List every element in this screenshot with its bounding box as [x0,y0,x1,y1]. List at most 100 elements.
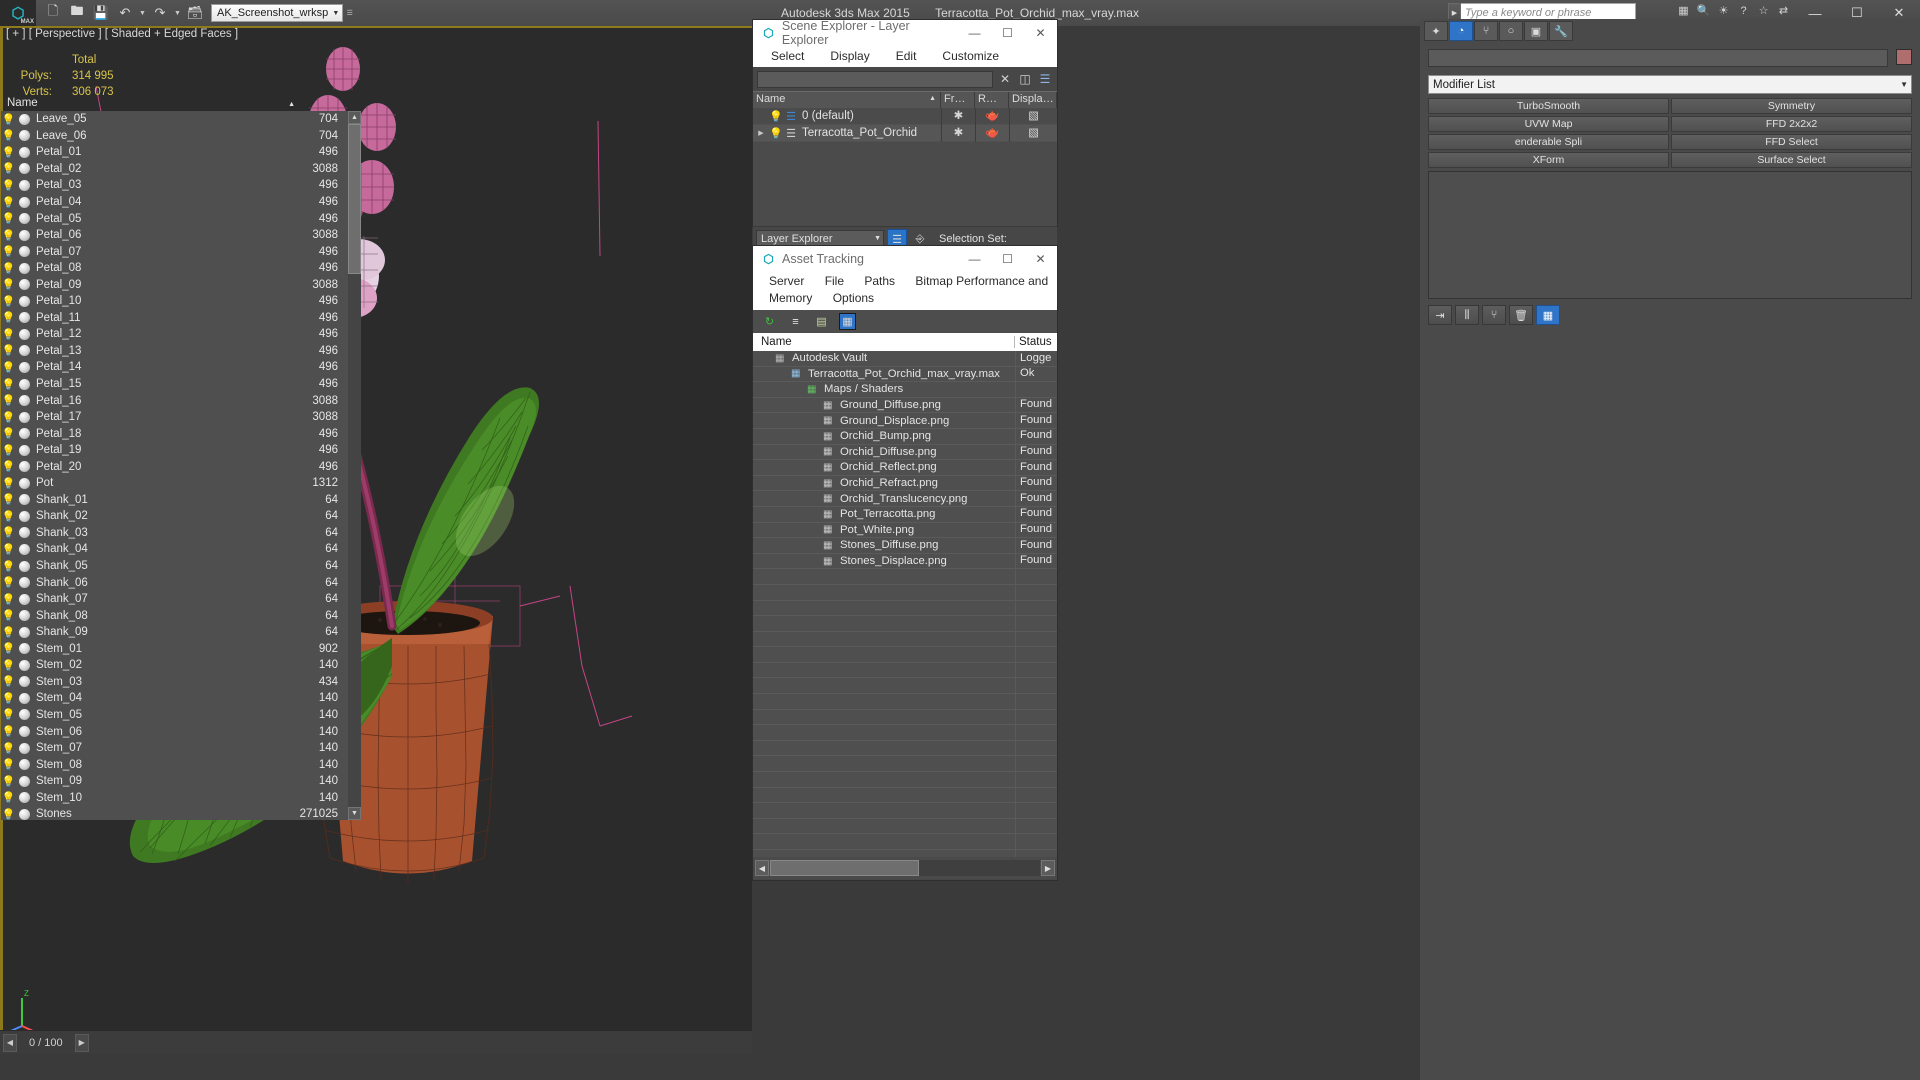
scene-object-row[interactable]: 💡Petal_12496 [1,326,348,343]
light-bulb-icon[interactable]: 💡 [1,361,16,374]
light-bulb-icon[interactable]: 💡 [1,179,16,192]
scene-object-row[interactable]: 💡Stem_08140 [1,756,348,773]
scene-object-row[interactable]: 💡Petal_13496 [1,343,348,360]
grid-icon[interactable]: ▦ [1675,2,1692,19]
scene-explorer-maximize-button[interactable]: ☐ [991,26,1024,40]
create-tab[interactable]: ✦ [1424,21,1448,41]
scene-object-row[interactable]: 💡Petal_163088 [1,392,348,409]
light-bulb-icon[interactable]: 💡 [1,229,16,242]
light-bulb-icon[interactable]: 💡 [1,344,16,357]
prev-frame-button[interactable]: ◀ [3,1034,17,1052]
show-end-result-icon[interactable]: ⫼ [1455,305,1479,325]
light-bulb-icon[interactable]: 💡 [1,609,16,622]
scene-object-row[interactable]: 💡Stones271025 [1,806,348,820]
modify-tab[interactable]: ◔ [1449,21,1473,41]
redo-icon[interactable]: ↷ [149,2,171,24]
scene-object-row[interactable]: 💡Shank_0464 [1,541,348,558]
light-bulb-icon[interactable]: 💡 [1,526,16,539]
asset-row-empty[interactable] [753,756,1057,772]
scene-object-row[interactable]: 💡Petal_04496 [1,194,348,211]
menu-bitmap-performance[interactable]: Bitmap Performance and Memory [769,274,1048,305]
asset-row[interactable]: ▦Autodesk VaultLogge [753,351,1057,367]
light-bulb-icon[interactable]: 💡 [1,394,16,407]
light-bulb-icon[interactable]: 💡 [769,127,783,140]
asset-row-empty[interactable] [753,585,1057,601]
asset-row-empty[interactable] [753,710,1057,726]
scene-explorer-row[interactable]: ▶ 💡 ☰ Terracotta_Pot_Orchid ✱ 🫖 ▧ [753,125,1057,142]
scene-object-row[interactable]: 💡Shank_0264 [1,508,348,525]
configure-sets-icon[interactable]: ▦ [1536,305,1560,325]
motion-tab[interactable]: ○ [1499,21,1523,41]
scene-object-row[interactable]: 💡Stem_02140 [1,657,348,674]
asset-row[interactable]: ▦Orchid_Bump.pngFound [753,429,1057,445]
light-bulb-icon[interactable]: 💡 [1,626,16,639]
scene-object-row[interactable]: 💡Stem_04140 [1,690,348,707]
asset-row-empty[interactable] [753,741,1057,757]
scene-object-row[interactable]: 💡Petal_093088 [1,276,348,293]
asset-row[interactable]: ▦Pot_White.pngFound [753,523,1057,539]
pin-stack-icon[interactable]: ⇥ [1428,305,1452,325]
light-bulb-icon[interactable]: 💡 [1,775,16,788]
asset-row[interactable]: ▦Orchid_Translucency.pngFound [753,491,1057,507]
light-bulb-icon[interactable]: 💡 [1,675,16,688]
scene-object-row[interactable]: 💡Stem_03434 [1,674,348,691]
asset-row-empty[interactable] [753,788,1057,804]
undo-dropdown-icon[interactable]: ▼ [138,10,147,17]
light-bulb-icon[interactable]: 💡 [1,311,16,324]
modifier-button[interactable]: TurboSmooth [1428,98,1669,114]
asset-row[interactable]: ▦Terracotta_Pot_Orchid_max_vray.maxOk [753,367,1057,383]
light-bulb-icon[interactable]: 💡 [1,510,16,523]
asset-row[interactable]: ▦Ground_Displace.pngFound [753,413,1057,429]
display-tab[interactable]: ▣ [1524,21,1548,41]
object-color-swatch[interactable] [1896,49,1912,65]
light-bulb-icon[interactable]: 💡 [1,742,16,755]
utilities-tab[interactable]: 🔧 [1549,21,1573,41]
asset-row[interactable]: ▦Ground_Diffuse.pngFound [753,398,1057,414]
scene-explorer-minimize-button[interactable]: — [958,26,991,40]
light-bulb-icon[interactable]: 💡 [1,278,16,291]
make-unique-icon[interactable]: ⑂ [1482,305,1506,325]
render-cell[interactable]: 🫖 [975,125,1009,142]
scene-object-row[interactable]: 💡Shank_0964 [1,624,348,641]
asset-row[interactable]: ▦Maps / Shaders [753,382,1057,398]
layers-icon[interactable]: ☰ [1037,71,1053,87]
next-frame-button[interactable]: ▶ [75,1034,89,1052]
light-bulb-icon[interactable]: 💡 [1,162,16,175]
modifier-button[interactable]: XForm [1428,152,1669,168]
scene-object-row[interactable]: 💡Shank_0664 [1,574,348,591]
asset-row[interactable]: ▦Stones_Diffuse.pngFound [753,538,1057,554]
question-icon[interactable]: ? [1735,2,1752,19]
scene-object-row[interactable]: 💡Shank_0364 [1,525,348,542]
scroll-up-icon[interactable]: ▲ [348,111,361,124]
light-bulb-icon[interactable]: 💡 [1,576,16,589]
asset-tracking-list[interactable]: ▦Autodesk VaultLogge▦Terracotta_Pot_Orch… [753,351,1057,857]
scroll-down-icon[interactable]: ▼ [348,807,361,820]
light-bulb-icon[interactable]: 💡 [1,758,16,771]
qat-overflow-icon[interactable]: ☰ [345,9,354,17]
column-name[interactable]: Name ▲ [753,92,941,108]
new-layer-icon[interactable]: ◫ [1017,71,1033,87]
asset-row-empty[interactable] [753,569,1057,585]
scene-explorer-search-input[interactable] [757,71,993,88]
asset-tracking-minimize-button[interactable]: — [958,252,991,266]
viewport-label[interactable]: [ + ] [ Perspective ] [ Shaded + Edged F… [6,28,238,40]
undo-icon[interactable]: ↶ [114,2,136,24]
scene-explorer-close-button[interactable]: ✕ [1024,26,1057,40]
render-cell[interactable]: 🫖 [975,108,1009,125]
menu-edit[interactable]: Edit [896,49,917,63]
freeze-cell[interactable]: ✱ [941,108,975,125]
light-bulb-icon[interactable]: 💡 [1,659,16,672]
light-bulb-icon[interactable]: 💡 [1,477,16,490]
menu-server[interactable]: Server [769,274,804,288]
star-icon[interactable]: ☆ [1755,2,1772,19]
modifier-button[interactable]: Symmetry [1671,98,1912,114]
modifier-button[interactable]: FFD 2x2x2 [1671,116,1912,132]
scroll-right-icon[interactable]: ▶ [1041,860,1055,876]
light-bulb-icon[interactable]: 💡 [1,725,16,738]
column-name[interactable]: Name [753,336,1015,348]
modifier-button[interactable]: UVW Map [1428,116,1669,132]
column-freeze[interactable]: Fr… [941,92,975,108]
modifier-stack-list[interactable] [1428,171,1912,299]
scroll-left-icon[interactable]: ◀ [755,860,769,876]
scene-object-row[interactable]: 💡Leave_05704 [1,111,348,128]
